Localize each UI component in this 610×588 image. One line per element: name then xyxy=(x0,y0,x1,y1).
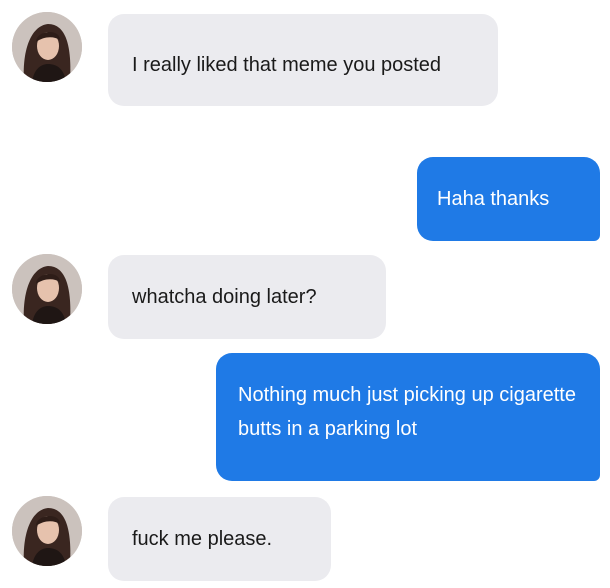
message-text: I really liked that meme you posted xyxy=(132,54,442,76)
contact-avatar[interactable] xyxy=(12,496,82,566)
contact-avatar-icon xyxy=(12,496,82,566)
contact-avatar[interactable] xyxy=(12,254,82,324)
contact-avatar-icon xyxy=(12,12,82,82)
incoming-message-bubble[interactable]: I really liked that meme you posted xyxy=(108,14,498,106)
incoming-message-bubble[interactable]: fuck me please. xyxy=(108,497,331,581)
message-text: whatcha doing later? xyxy=(132,286,317,308)
incoming-message-bubble[interactable]: whatcha doing later? xyxy=(108,255,386,339)
outgoing-message-bubble[interactable]: Nothing much just picking up cigarette b… xyxy=(216,353,600,481)
message-text: fuck me please. xyxy=(132,528,273,550)
message-text: Nothing much just picking up cigarette b… xyxy=(238,384,576,440)
outgoing-message-bubble[interactable]: Haha thanks xyxy=(417,157,600,241)
message-text: Haha thanks xyxy=(437,188,550,210)
contact-avatar-icon xyxy=(12,254,82,324)
contact-avatar[interactable] xyxy=(12,12,82,82)
message-thread: I really liked that meme you posted Haha… xyxy=(0,0,610,588)
